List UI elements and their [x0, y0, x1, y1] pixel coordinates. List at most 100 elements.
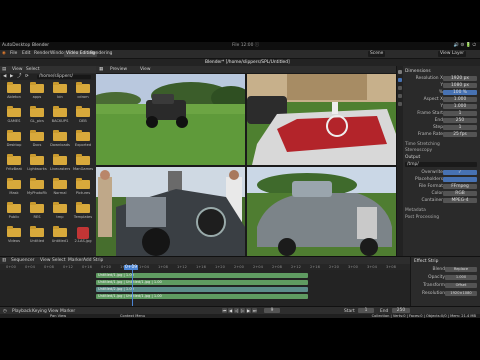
parent-dir-icon[interactable]: ⤴	[17, 74, 21, 79]
section-output[interactable]: Output	[405, 155, 420, 160]
strip-property-field[interactable]: 1.000	[445, 275, 477, 280]
strip-property-field[interactable]: 1920×1080	[445, 291, 477, 296]
file-item[interactable]: RES	[27, 202, 47, 223]
strip-property-field[interactable]: Offset	[445, 283, 477, 288]
scene-tab-icon[interactable]	[398, 94, 402, 98]
file-item[interactable]: Exported	[73, 130, 93, 151]
menu-render[interactable]: Render	[34, 51, 50, 56]
output-path-field[interactable]: /tmp/	[405, 162, 477, 167]
tool-tab-icon[interactable]	[398, 70, 402, 74]
section-post-processing[interactable]: Post Processing	[405, 215, 439, 220]
section-time-stretching[interactable]: Time Stretching	[405, 142, 440, 147]
property-value-field[interactable]: 1.000	[443, 104, 477, 109]
file-item[interactable]: ManGames	[73, 154, 93, 175]
menu-edit[interactable]: Edit	[22, 51, 31, 56]
file-item[interactable]: bin	[50, 82, 70, 103]
render-tab-icon[interactable]	[398, 86, 402, 90]
play-button[interactable]: ▷	[240, 308, 245, 313]
file-item[interactable]: MyPhotoFile	[27, 178, 47, 199]
current-frame-label[interactable]: 0+09	[124, 265, 139, 270]
file-item[interactable]: Untitled	[27, 226, 47, 247]
back-arrow-icon[interactable]: ◀	[3, 74, 6, 79]
menu-file[interactable]: File	[10, 51, 17, 56]
file-item[interactable]: DEB	[73, 106, 93, 127]
property-value-field[interactable]: 1920 px	[443, 76, 477, 81]
output-tab-icon[interactable]	[398, 78, 402, 82]
file-item[interactable]: tmp	[50, 202, 70, 223]
property-value-field[interactable]: 1	[443, 111, 477, 116]
file-item[interactable]: GAMES	[4, 106, 24, 127]
world-tab-icon[interactable]	[398, 102, 402, 106]
file-item[interactable]: Public	[4, 202, 24, 223]
file-item[interactable]: BACKUPS	[50, 106, 70, 127]
tab-rendering[interactable]: Rendering	[88, 51, 114, 57]
start-frame-field[interactable]: 1	[358, 308, 374, 313]
file-item[interactable]: Templates	[73, 202, 93, 223]
playhead[interactable]	[132, 264, 133, 307]
property-value-field[interactable]: 25 fps	[443, 132, 477, 137]
blender-menu-label[interactable]: Blender	[32, 43, 49, 48]
file-item[interactable]: Livecasters	[50, 154, 70, 175]
file-item[interactable]: Pictures	[73, 178, 93, 199]
section-dimensions[interactable]: Dimensions	[405, 69, 431, 74]
seq-menu-add[interactable]: Add	[83, 258, 92, 263]
property-value-field[interactable]: 1080 px	[443, 83, 477, 88]
scene-selector[interactable]: Scene	[368, 51, 386, 57]
output-value-field[interactable]: FFmpeg	[443, 184, 477, 189]
sequencer-strip[interactable]: Untitled/1.jpg | Untitled/1.jpg | 1.00	[96, 280, 308, 285]
property-value-field[interactable]: 250	[443, 118, 477, 123]
end-frame-field[interactable]: 250	[392, 308, 410, 313]
output-value-field[interactable]: RGB	[443, 191, 477, 196]
seq-menu-view[interactable]: View	[40, 258, 50, 263]
property-value-field[interactable]: 1.000	[443, 97, 477, 102]
file-item[interactable]: FritzBeat	[4, 154, 24, 175]
file-item[interactable]: Untitled1	[50, 226, 70, 247]
jump-start-button[interactable]: ⏮	[222, 308, 227, 313]
section-stereoscopy[interactable]: Stereoscopy	[405, 148, 432, 153]
prev-keyframe-button[interactable]: ◀	[228, 308, 233, 313]
preview-menu-preview[interactable]: Preview	[110, 67, 127, 72]
seq-menu-select[interactable]: Select	[52, 258, 66, 263]
file-item[interactable]: cdrom	[73, 82, 93, 103]
time-ruler[interactable]: 0+000+040+080+120+160+201+001+041+081+12…	[0, 264, 410, 270]
file-item[interactable]: Ableton	[4, 82, 24, 103]
property-value-field[interactable]: 1	[443, 125, 477, 130]
file-item[interactable]: Desktop	[4, 130, 24, 151]
seq-menu-sequencer[interactable]: Sequencer	[11, 258, 34, 263]
next-keyframe-button[interactable]: ▶	[246, 308, 251, 313]
path-input[interactable]: /home/slippers/	[37, 74, 91, 79]
fb-menu-select[interactable]: Select	[26, 67, 40, 72]
sequencer-strip[interactable]: Untitled/2.jpg | 1.00	[96, 287, 308, 292]
file-item[interactable]: Normal	[50, 178, 70, 199]
sequencer-editor-icon[interactable]: ▥	[2, 258, 6, 263]
file-item[interactable]: Docs	[27, 130, 47, 151]
jump-end-button[interactable]: ⏭	[252, 308, 257, 313]
file-item[interactable]: apps	[27, 82, 47, 103]
output-value-field[interactable]	[443, 177, 477, 182]
file-item[interactable]: GL_pics	[27, 106, 47, 127]
file-item[interactable]: Lightworks	[27, 154, 47, 175]
system-tray[interactable]: 🔊 ⚙ 🔋 ⏻	[453, 43, 476, 48]
file-item[interactable]: 2.LAS.jpg	[73, 226, 93, 247]
forward-arrow-icon[interactable]: ▶	[10, 74, 13, 79]
property-value-field[interactable]: 100 %	[443, 90, 477, 95]
sequencer-strip[interactable]: Untitled/1.jpg | 1.00	[96, 273, 308, 278]
file-item[interactable]: Downloads	[50, 130, 70, 151]
file-browser-editor-icon[interactable]: ▤	[2, 67, 6, 72]
section-metadata[interactable]: Metadata	[405, 208, 426, 213]
fb-menu-view[interactable]: View	[12, 67, 22, 72]
preview-menu-view[interactable]: View	[140, 67, 150, 72]
file-item[interactable]: Videos	[4, 226, 24, 247]
current-frame-field[interactable]: 9	[264, 308, 280, 313]
strip-sidebar-header[interactable]: Effect Strip	[414, 259, 438, 264]
blender-logo-icon[interactable]: ◉	[2, 51, 6, 56]
output-value-field[interactable]: MPEG-4	[443, 198, 477, 203]
file-item[interactable]: Mask	[4, 178, 24, 199]
seq-menu-strip[interactable]: Strip	[93, 258, 103, 263]
refresh-icon[interactable]: ⟳	[25, 74, 29, 79]
preview-editor-icon[interactable]: ▦	[99, 67, 103, 72]
play-reverse-button[interactable]: ◁	[234, 308, 239, 313]
view-layer-selector[interactable]: View Layer	[438, 51, 467, 57]
sequencer-strip[interactable]: Untitled/1.jpg | Untitled/1.jpg | 1.00	[96, 294, 308, 299]
output-value-field[interactable]: ✓	[443, 170, 477, 175]
